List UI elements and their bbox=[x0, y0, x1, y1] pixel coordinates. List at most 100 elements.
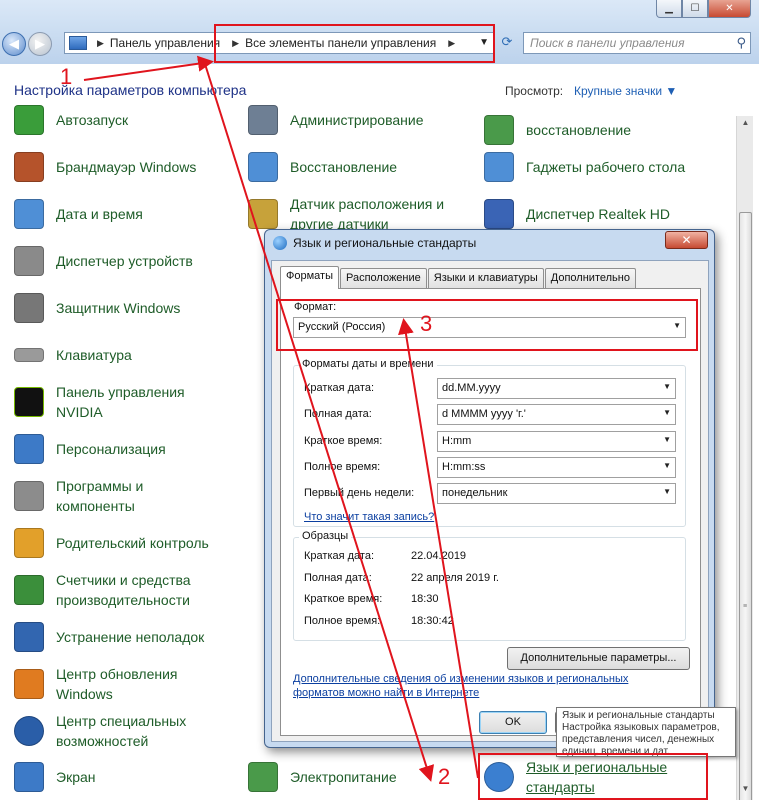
cp-item-nvidia[interactable]: Панель управления NVIDIA bbox=[14, 382, 206, 422]
cp-item-personalization[interactable]: Персонализация bbox=[14, 429, 166, 469]
globe-icon bbox=[273, 236, 287, 250]
dialog-title: Язык и региональные стандарты bbox=[273, 236, 476, 250]
sample-short-date-value: 22.04.2019 bbox=[411, 550, 467, 562]
long-date-label: Полная дата: bbox=[304, 408, 372, 420]
location-sensor-icon bbox=[248, 199, 278, 229]
device-manager-icon bbox=[14, 246, 44, 276]
notation-help-link[interactable]: Что значит такая запись? bbox=[304, 511, 434, 523]
cp-item-backup-restore[interactable]: восстановление bbox=[484, 110, 631, 150]
tab-keyboards[interactable]: Языки и клавиатуры bbox=[427, 268, 544, 288]
samples-group-caption: Образцы bbox=[299, 530, 352, 542]
scroll-up-icon[interactable]: ▲ bbox=[739, 118, 752, 132]
cp-item-admin-tools[interactable]: Администрирование bbox=[248, 100, 424, 140]
cp-item-firewall[interactable]: Брандмауэр Windows bbox=[14, 147, 196, 187]
tab-formats[interactable]: Форматы bbox=[280, 266, 339, 289]
window-title-bar: ▁ ☐ ✕ bbox=[0, 0, 759, 24]
cp-item-recovery[interactable]: Восстановление bbox=[248, 147, 397, 187]
ok-button[interactable]: OK bbox=[479, 711, 547, 734]
cp-item-autoplay[interactable]: Автозапуск bbox=[14, 100, 128, 140]
online-info-link-line-2[interactable]: форматов можно найти в Интернете bbox=[293, 687, 479, 699]
realtek-icon bbox=[484, 199, 514, 229]
additional-settings-button[interactable]: Дополнительные параметры... bbox=[507, 647, 690, 670]
annotation-2: 2 bbox=[438, 764, 451, 789]
long-time-value: H:mm:ss bbox=[442, 461, 486, 473]
cp-item-device-manager[interactable]: Диспетчер устройств bbox=[14, 241, 193, 281]
short-time-value: H:mm bbox=[442, 435, 472, 447]
admin-tools-icon bbox=[248, 105, 278, 135]
clock-icon bbox=[14, 199, 44, 229]
defender-icon bbox=[14, 293, 44, 323]
highlight-region-item bbox=[478, 753, 708, 800]
parental-control-icon bbox=[14, 528, 44, 558]
cp-item-display[interactable]: Экран bbox=[14, 757, 96, 797]
cp-item-date-time[interactable]: Дата и время bbox=[14, 194, 143, 234]
long-date-value: d MMMM yyyy 'г.' bbox=[442, 408, 526, 420]
chevron-down-icon: ▼ bbox=[663, 382, 671, 391]
formats-panel: Формат: Русский (Россия) ▼ Форматы даты … bbox=[280, 288, 701, 736]
long-date-select[interactable]: d MMMM yyyy 'г.' ▼ bbox=[437, 404, 676, 425]
troubleshoot-icon bbox=[14, 622, 44, 652]
long-time-select[interactable]: H:mm:ss ▼ bbox=[437, 457, 676, 478]
breadcrumb-separator: ▶ bbox=[97, 37, 104, 48]
forward-button[interactable]: ▶ bbox=[28, 32, 52, 56]
view-label: Просмотр: bbox=[505, 84, 564, 98]
personalization-icon bbox=[14, 434, 44, 464]
back-button[interactable]: ◀ bbox=[2, 32, 26, 56]
cp-item-keyboard[interactable]: Клавиатура bbox=[14, 335, 132, 375]
breadcrumb-control-panel[interactable]: Панель управления bbox=[110, 36, 220, 50]
short-time-select[interactable]: H:mm ▼ bbox=[437, 431, 676, 452]
tab-administrative[interactable]: Дополнительно bbox=[544, 268, 636, 288]
annotation-1: 1 bbox=[60, 64, 73, 89]
refresh-icon[interactable]: ⟳ bbox=[496, 34, 518, 52]
short-date-label: Краткая дата: bbox=[304, 382, 375, 394]
cp-item-programs[interactable]: Программы и компоненты bbox=[14, 476, 176, 516]
tooltip-title: Язык и региональные стандарты bbox=[562, 710, 715, 721]
cp-item-gadgets[interactable]: Гаджеты рабочего стола bbox=[484, 147, 685, 187]
minimize-button[interactable]: ▁ bbox=[656, 0, 682, 18]
windows-update-icon bbox=[14, 669, 44, 699]
tab-location[interactable]: Расположение bbox=[339, 268, 427, 288]
sample-long-date-value: 22 апреля 2019 г. bbox=[411, 572, 499, 584]
firewall-icon bbox=[14, 152, 44, 182]
cp-item-accessibility[interactable]: Центр специальных возможностей bbox=[14, 711, 206, 751]
scroll-down-icon[interactable]: ▼ bbox=[739, 784, 752, 798]
tooltip-line-2: представления чисел, денежных bbox=[562, 734, 715, 745]
control-panel-icon bbox=[69, 36, 87, 50]
dialog-close-button[interactable]: ✕ bbox=[665, 231, 708, 249]
autoplay-icon bbox=[14, 105, 44, 135]
accessibility-icon bbox=[14, 716, 44, 746]
sample-short-time-label: Краткое время: bbox=[304, 593, 383, 605]
dialog-tabs: Форматы Расположение Языки и клавиатуры … bbox=[280, 266, 637, 289]
view-mode-dropdown[interactable]: Крупные значки ▼ bbox=[574, 84, 677, 98]
cp-item-power[interactable]: Электропитание bbox=[248, 757, 397, 797]
maximize-button[interactable]: ☐ bbox=[682, 0, 708, 18]
cp-item-troubleshooting[interactable]: Устранение неполадок bbox=[14, 617, 204, 657]
search-input[interactable]: Поиск в панели управления ⚲ bbox=[523, 32, 751, 54]
long-time-label: Полное время: bbox=[304, 461, 381, 473]
search-icon[interactable]: ⚲ bbox=[736, 35, 746, 51]
tooltip-line-1: Настройка языковых параметров, bbox=[562, 722, 720, 733]
close-button[interactable]: ✕ bbox=[708, 0, 751, 18]
vertical-scrollbar[interactable]: ▲ ≡ ▼ bbox=[736, 116, 753, 800]
scrollbar-thumb[interactable]: ≡ bbox=[739, 212, 752, 800]
short-date-select[interactable]: dd.MM.yyyy ▼ bbox=[437, 378, 676, 399]
highlight-address-bar bbox=[214, 24, 495, 63]
keyboard-icon bbox=[14, 348, 44, 362]
cp-item-parental-control[interactable]: Родительский контроль bbox=[14, 523, 209, 563]
datetime-formats-group: Форматы даты и времени Краткая дата: dd.… bbox=[293, 358, 686, 527]
nvidia-icon bbox=[14, 387, 44, 417]
online-info-link-line-1[interactable]: Дополнительные сведения об изменении язы… bbox=[293, 673, 628, 685]
recovery-icon bbox=[248, 152, 278, 182]
cp-item-location-sensors[interactable]: Датчик расположения и другие датчики bbox=[248, 194, 460, 234]
cp-item-windows-update[interactable]: Центр обновления Windows bbox=[14, 664, 206, 704]
chevron-down-icon: ▼ bbox=[663, 435, 671, 444]
sample-short-time-value: 18:30 bbox=[411, 593, 439, 605]
cp-item-performance[interactable]: Счетчики и средства производительности bbox=[14, 570, 216, 610]
page-title: Настройка параметров компьютера bbox=[14, 82, 247, 98]
sample-short-date-label: Краткая дата: bbox=[304, 550, 375, 562]
cp-item-realtek[interactable]: Диспетчер Realtek HD bbox=[484, 194, 670, 234]
first-day-select[interactable]: понедельник ▼ bbox=[437, 483, 676, 504]
samples-group: Образцы Краткая дата: 22.04.2019 Полная … bbox=[293, 530, 686, 641]
grip-icon: ≡ bbox=[743, 603, 748, 610]
cp-item-defender[interactable]: Защитник Windows bbox=[14, 288, 180, 328]
